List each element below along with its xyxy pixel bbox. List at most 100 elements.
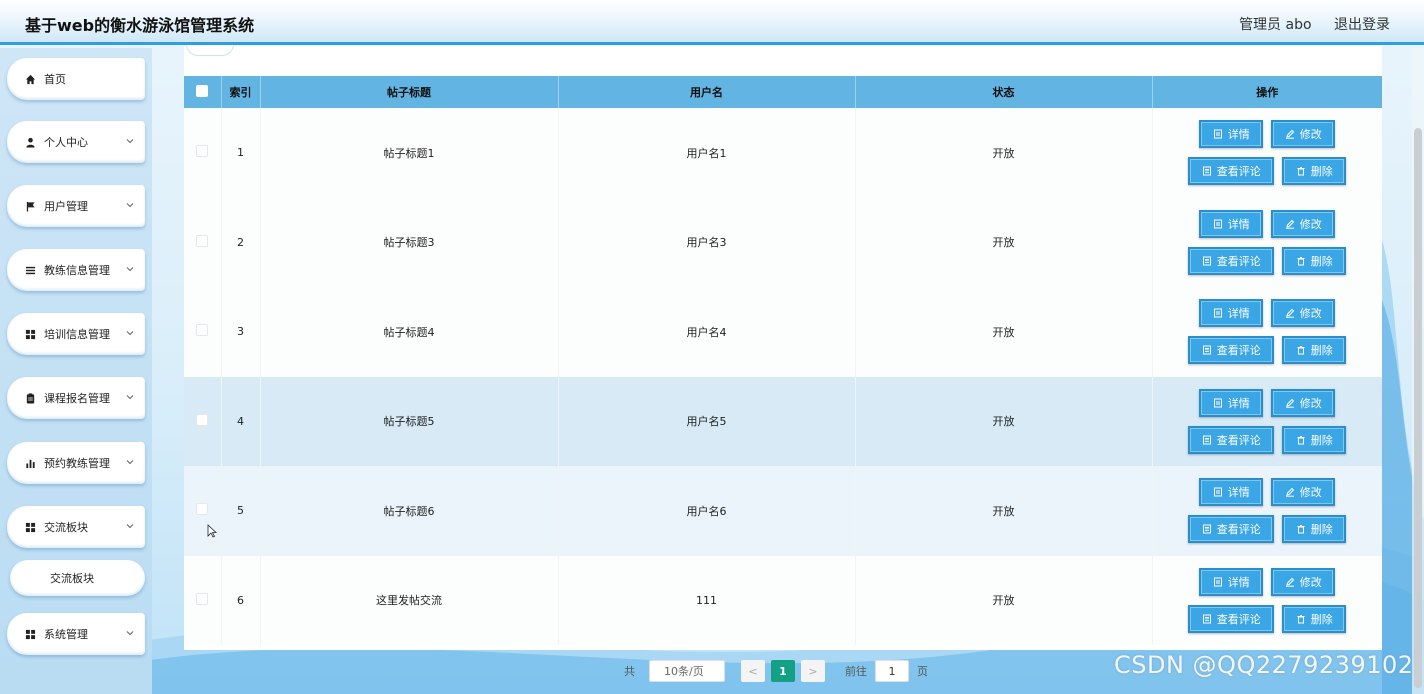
sidebar-item-9[interactable]: 系统管理: [7, 613, 145, 655]
row-title: 帖子标题5: [260, 376, 559, 466]
table-row: 5 帖子标题6 用户名6 开放 详情 修改 查看评论 删除: [184, 466, 1382, 556]
chevron-down-icon[interactable]: [125, 521, 135, 531]
document-icon: [1213, 577, 1223, 587]
row-title: 帖子标题3: [260, 197, 559, 287]
person-icon: [24, 136, 36, 148]
row-actions: 详情 修改查看评论 删除: [1152, 198, 1382, 288]
delete-button[interactable]: 删除: [1282, 246, 1347, 275]
row-username: 用户名5: [558, 376, 856, 466]
sidebar-item-6[interactable]: 预约教练管理: [7, 442, 145, 484]
row-checkbox[interactable]: [196, 503, 209, 516]
sidebar-item-label: 课程报名管理: [44, 392, 110, 405]
row-checkbox[interactable]: [196, 324, 209, 337]
scrollbar-thumb[interactable]: [1414, 128, 1422, 688]
chevron-down-icon[interactable]: [125, 136, 135, 146]
chevron-down-icon[interactable]: [125, 200, 135, 210]
row-select-cell: [184, 197, 222, 287]
app-title: 基于web的衡水游泳馆管理系统: [25, 16, 255, 35]
sidebar-item-1[interactable]: 个人中心: [7, 121, 145, 163]
page-scrollbar[interactable]: [1412, 48, 1424, 694]
page-number-current[interactable]: 1: [771, 660, 795, 682]
prev-page-button[interactable]: <: [741, 660, 765, 682]
sidebar-item-0[interactable]: 首页: [7, 58, 145, 100]
logout-link[interactable]: 退出登录: [1334, 17, 1390, 33]
row-status: 开放: [855, 555, 1153, 645]
detail-button[interactable]: 详情: [1199, 209, 1264, 238]
comment-icon: [1202, 345, 1212, 355]
column-header-actions: 操作: [1256, 86, 1279, 99]
row-username: 111: [558, 555, 856, 645]
sidebar-item-2[interactable]: 用户管理: [7, 185, 145, 227]
chevron-down-icon[interactable]: [125, 264, 135, 274]
detail-button[interactable]: 详情: [1199, 567, 1264, 596]
table-row: 6 这里发帖交流 111 开放 详情 修改 查看评论 删除: [184, 555, 1382, 646]
row-title: 帖子标题1: [260, 108, 559, 198]
edit-button[interactable]: 修改: [1271, 388, 1336, 417]
column-header-status: 状态: [855, 76, 1153, 108]
toolbar-button-edge[interactable]: [186, 44, 234, 56]
document-icon: [1213, 487, 1223, 497]
sidebar-item-label: 交流板块: [44, 521, 88, 534]
row-actions: 详情 修改查看评论 删除: [1152, 556, 1382, 646]
comments-button[interactable]: 查看评论: [1188, 515, 1275, 544]
comments-button[interactable]: 查看评论: [1188, 336, 1275, 365]
row-index: 3: [221, 287, 261, 377]
edit-button[interactable]: 修改: [1271, 299, 1336, 328]
edit-button[interactable]: 修改: [1271, 120, 1336, 149]
row-status: 开放: [855, 197, 1153, 287]
header-user-area: 管理员 abo 退出登录: [1221, 14, 1390, 34]
edit-button[interactable]: 修改: [1271, 209, 1336, 238]
detail-button[interactable]: 详情: [1199, 388, 1264, 417]
page-size-select[interactable]: 10条/页: [649, 660, 725, 682]
table-header-row: 索引 帖子标题 用户名 状态 操作: [184, 76, 1382, 108]
row-checkbox[interactable]: [196, 413, 209, 426]
sidebar-item-3[interactable]: 教练信息管理: [7, 249, 145, 291]
goto-page-input[interactable]: 1: [875, 660, 909, 682]
edit-button[interactable]: 修改: [1271, 478, 1336, 507]
sidebar-item-label: 教练信息管理: [44, 264, 110, 277]
edit-button[interactable]: 修改: [1271, 567, 1336, 596]
next-page-button[interactable]: >: [801, 660, 825, 682]
delete-button[interactable]: 删除: [1282, 336, 1347, 365]
select-all-checkbox[interactable]: [196, 84, 209, 97]
row-checkbox[interactable]: [196, 592, 209, 605]
chevron-down-icon[interactable]: [125, 392, 135, 402]
column-header-index: 索引: [221, 76, 261, 108]
row-index: 2: [221, 197, 261, 287]
row-select-cell: [184, 287, 222, 377]
delete-button[interactable]: 删除: [1282, 515, 1347, 544]
sidebar-item-4[interactable]: 培训信息管理: [7, 313, 145, 355]
pencil-icon: [1285, 219, 1295, 229]
detail-button[interactable]: 详情: [1199, 299, 1264, 328]
delete-button[interactable]: 删除: [1282, 157, 1347, 186]
sidebar-item-label: 系统管理: [44, 628, 88, 641]
comments-button[interactable]: 查看评论: [1188, 157, 1275, 186]
row-checkbox[interactable]: [196, 234, 209, 247]
select-all-cell: [184, 76, 222, 108]
comments-button[interactable]: 查看评论: [1188, 604, 1275, 633]
document-icon: [1213, 308, 1223, 318]
sidebar-item-8[interactable]: 交流板块: [10, 560, 145, 596]
row-index: 4: [221, 376, 261, 466]
document-icon: [1213, 219, 1223, 229]
comments-button[interactable]: 查看评论: [1188, 246, 1275, 275]
row-select-cell: [184, 376, 222, 466]
delete-button[interactable]: 删除: [1282, 425, 1347, 454]
posts-table: 索引 帖子标题 用户名 状态 操作 1 帖子标题1 用户名1 开放 详情 修改 查看评论 删除…: [184, 76, 1382, 645]
sidebar-item-5[interactable]: 课程报名管理: [7, 377, 145, 419]
row-checkbox[interactable]: [196, 145, 209, 158]
sidebar-item-7[interactable]: 交流板块: [7, 506, 145, 548]
comment-icon: [1202, 256, 1212, 266]
delete-button[interactable]: 删除: [1282, 604, 1347, 633]
chevron-down-icon[interactable]: [125, 328, 135, 338]
detail-button[interactable]: 详情: [1199, 478, 1264, 507]
mouse-cursor-icon: [207, 524, 217, 538]
sidebar-item-label: 预约教练管理: [44, 457, 110, 470]
comments-button[interactable]: 查看评论: [1188, 425, 1275, 454]
row-username: 用户名6: [558, 466, 856, 556]
chevron-down-icon[interactable]: [125, 457, 135, 467]
sidebar-item-label: 个人中心: [44, 136, 88, 149]
detail-button[interactable]: 详情: [1199, 120, 1264, 149]
pagination: 共 10条/页 < 1 > 前往 1 页: [624, 660, 928, 682]
chevron-down-icon[interactable]: [125, 628, 135, 638]
